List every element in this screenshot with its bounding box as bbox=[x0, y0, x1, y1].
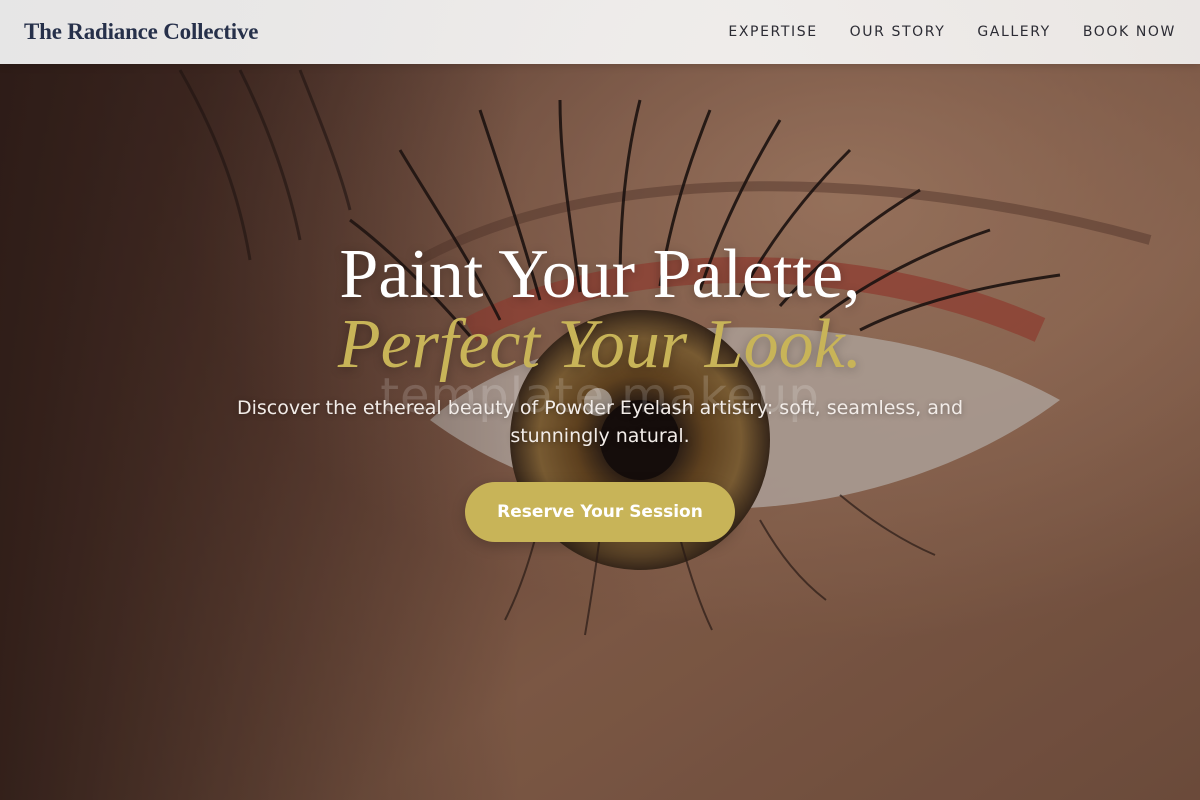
reserve-session-button[interactable]: Reserve Your Session bbox=[465, 482, 735, 542]
nav-gallery[interactable]: GALLERY bbox=[977, 24, 1050, 40]
hero-section: template makeup Paint Your Palette, Perf… bbox=[0, 240, 1200, 542]
hero-headline: Paint Your Palette, Perfect Your Look. bbox=[0, 240, 1200, 380]
nav-book-now[interactable]: BOOK NOW bbox=[1083, 24, 1176, 40]
brand-logo[interactable]: The Radiance Collective bbox=[24, 19, 259, 45]
main-nav: EXPERTISE OUR STORY GALLERY BOOK NOW bbox=[728, 24, 1176, 40]
hero-subtext: Discover the ethereal beauty of Powder E… bbox=[236, 397, 964, 447]
landing-page: The Radiance Collective EXPERTISE OUR ST… bbox=[0, 0, 1200, 800]
nav-our-story[interactable]: OUR STORY bbox=[850, 24, 946, 40]
headline-line-2: Perfect Your Look. bbox=[337, 306, 863, 383]
site-header: The Radiance Collective EXPERTISE OUR ST… bbox=[0, 0, 1200, 64]
nav-expertise[interactable]: EXPERTISE bbox=[728, 24, 817, 40]
headline-line-1: Paint Your Palette, bbox=[339, 236, 861, 313]
